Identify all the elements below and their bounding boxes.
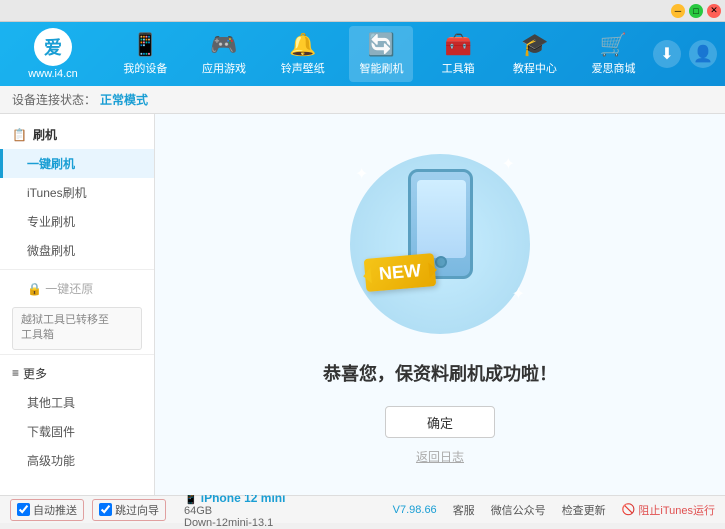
titlebar: ─ □ ✕ (0, 0, 725, 22)
more-section-label: 更多 (23, 365, 47, 382)
status-label: 设备连接状态： (12, 91, 96, 108)
nav-toolbox[interactable]: 🧰 工具箱 (428, 26, 488, 82)
nav-ringtone[interactable]: 🔔 铃声壁纸 (271, 26, 335, 82)
version-text: V7.98.66 (393, 504, 437, 516)
skip-guide-checkbox[interactable]: 跳过向导 (92, 499, 166, 521)
nav-apps-icon: 🎮 (210, 32, 237, 58)
itunes-icon: 🚫 (622, 503, 636, 516)
new-badge: NEW (364, 253, 437, 292)
sidebar-divider (0, 269, 154, 270)
bottombar: 自动推送 跳过向导 📱 iPhone 12 mini 64GB Down-12m… (0, 495, 725, 523)
topnav: 爱 www.i4.cn 📱 我的设备 🎮 应用游戏 🔔 铃声壁纸 🔄 智能刷机 … (0, 22, 725, 86)
nav-device-label: 我的设备 (123, 60, 167, 76)
itunes-label: 阻止iTunes运行 (638, 502, 715, 518)
main-layout: 📋 刷机 一键刷机 iTunes刷机 专业刷机 微盘刷机 🔒 一键还原 越狱工具… (0, 114, 725, 495)
download-button[interactable]: ⬇ (653, 40, 681, 68)
device-storage: 64GB (184, 505, 285, 517)
phone-screen (417, 180, 466, 258)
flash-section-icon: 📋 (12, 128, 27, 142)
nav-shop[interactable]: 🛒 爱思商城 (582, 26, 646, 82)
nav-tutorial-icon: 🎓 (521, 32, 548, 58)
nav-shop-label: 爱思商城 (592, 60, 636, 76)
sidebar: 📋 刷机 一键刷机 iTunes刷机 专业刷机 微盘刷机 🔒 一键还原 越狱工具… (0, 114, 155, 495)
more-section-title: ≡ 更多 (0, 359, 154, 388)
jailbreak-notice: 越狱工具已转移至工具箱 (12, 307, 142, 350)
sidebar-divider-2 (0, 354, 154, 355)
nav-device-icon: 📱 (132, 32, 159, 58)
statusbar: 设备连接状态： 正常模式 (0, 86, 725, 114)
skip-guide-label: 跳过向导 (115, 502, 159, 518)
nav-right-actions: ⬇ 👤 (653, 40, 717, 68)
flash-section-label: 刷机 (33, 126, 57, 143)
success-title: 恭喜您，保资料刷机成功啦！ (323, 360, 557, 386)
sidebar-item-disk-flash[interactable]: 微盘刷机 (0, 236, 154, 265)
nav-my-device[interactable]: 📱 我的设备 (113, 26, 177, 82)
maximize-button[interactable]: □ (689, 4, 703, 18)
advanced-label: 高级功能 (27, 454, 75, 468)
sidebar-item-download-firmware[interactable]: 下载固件 (0, 417, 154, 446)
sidebar-item-one-key-flash[interactable]: 一键刷机 (0, 149, 154, 178)
sidebar-item-itunes-flash[interactable]: iTunes刷机 (0, 178, 154, 207)
auto-push-label: 自动推送 (33, 502, 77, 518)
content-area: ✦ ✦ ✦ NEW 恭喜您，保资料刷机成功啦！ 确定 返回日志 (155, 114, 725, 495)
more-section-icon: ≡ (12, 366, 19, 380)
logo-url: www.i4.cn (28, 68, 78, 80)
nav-toolbox-label: 工具箱 (442, 60, 475, 76)
sidebar-item-advanced[interactable]: 高级功能 (0, 446, 154, 475)
service-link[interactable]: 客服 (453, 502, 475, 518)
wechat-link[interactable]: 微信公众号 (491, 502, 546, 518)
flash-section-title: 📋 刷机 (0, 120, 154, 149)
success-illustration: ✦ ✦ ✦ NEW (340, 144, 540, 344)
nav-ringtone-label: 铃声壁纸 (281, 60, 325, 76)
nav-tutorial-label: 教程中心 (513, 60, 557, 76)
nav-smart-icon: 🔄 (368, 32, 395, 58)
sidebar-item-pro-flash[interactable]: 专业刷机 (0, 207, 154, 236)
confirm-button[interactable]: 确定 (385, 406, 495, 438)
bottombar-right: V7.98.66 客服 微信公众号 检查更新 🚫 阻止iTunes运行 (393, 502, 715, 518)
status-value: 正常模式 (100, 91, 148, 108)
nav-apps-label: 应用游戏 (202, 60, 246, 76)
logo-area: 爱 www.i4.cn (8, 28, 98, 80)
disk-flash-label: 微盘刷机 (27, 244, 75, 258)
close-button[interactable]: ✕ (707, 4, 721, 18)
itunes-flash-label: iTunes刷机 (27, 186, 87, 200)
auto-push-checkbox[interactable]: 自动推送 (10, 499, 84, 521)
check-update-link[interactable]: 检查更新 (562, 502, 606, 518)
skip-guide-input[interactable] (99, 503, 112, 516)
one-key-restore-text: 一键还原 (45, 282, 93, 296)
nav-toolbox-icon: 🧰 (444, 32, 471, 58)
nav-apps[interactable]: 🎮 应用游戏 (192, 26, 256, 82)
nav-ringtone-icon: 🔔 (289, 32, 316, 58)
confirm-label: 确定 (427, 413, 453, 432)
auto-push-input[interactable] (17, 503, 30, 516)
nav-items: 📱 我的设备 🎮 应用游戏 🔔 铃声壁纸 🔄 智能刷机 🧰 工具箱 🎓 教程中心… (106, 26, 653, 82)
logo-symbol: 爱 (44, 34, 62, 60)
sidebar-item-other-tools[interactable]: 其他工具 (0, 388, 154, 417)
sidebar-item-one-key-restore: 🔒 一键还原 (0, 274, 154, 303)
sparkle-1: ✦ (355, 164, 368, 184)
other-tools-label: 其他工具 (27, 396, 75, 410)
jailbreak-notice-text: 越狱工具已转移至工具箱 (21, 314, 109, 341)
download-firmware-label: 下载固件 (27, 425, 75, 439)
pro-flash-label: 专业刷机 (27, 215, 75, 229)
minimize-button[interactable]: ─ (671, 4, 685, 18)
nav-smart-shop[interactable]: 🔄 智能刷机 (349, 26, 413, 82)
one-key-flash-label: 一键刷机 (27, 157, 75, 171)
user-button[interactable]: 👤 (689, 40, 717, 68)
sparkle-3: ✦ (512, 284, 525, 304)
nav-tutorial[interactable]: 🎓 教程中心 (503, 26, 567, 82)
sparkle-2: ✦ (502, 154, 515, 174)
one-key-restore-label: 🔒 (27, 282, 45, 296)
itunes-status[interactable]: 🚫 阻止iTunes运行 (622, 502, 715, 518)
nav-shop-icon: 🛒 (600, 32, 627, 58)
nav-smart-label: 智能刷机 (359, 60, 403, 76)
back-to-log-link[interactable]: 返回日志 (416, 448, 464, 465)
logo-icon: 爱 (34, 28, 72, 66)
